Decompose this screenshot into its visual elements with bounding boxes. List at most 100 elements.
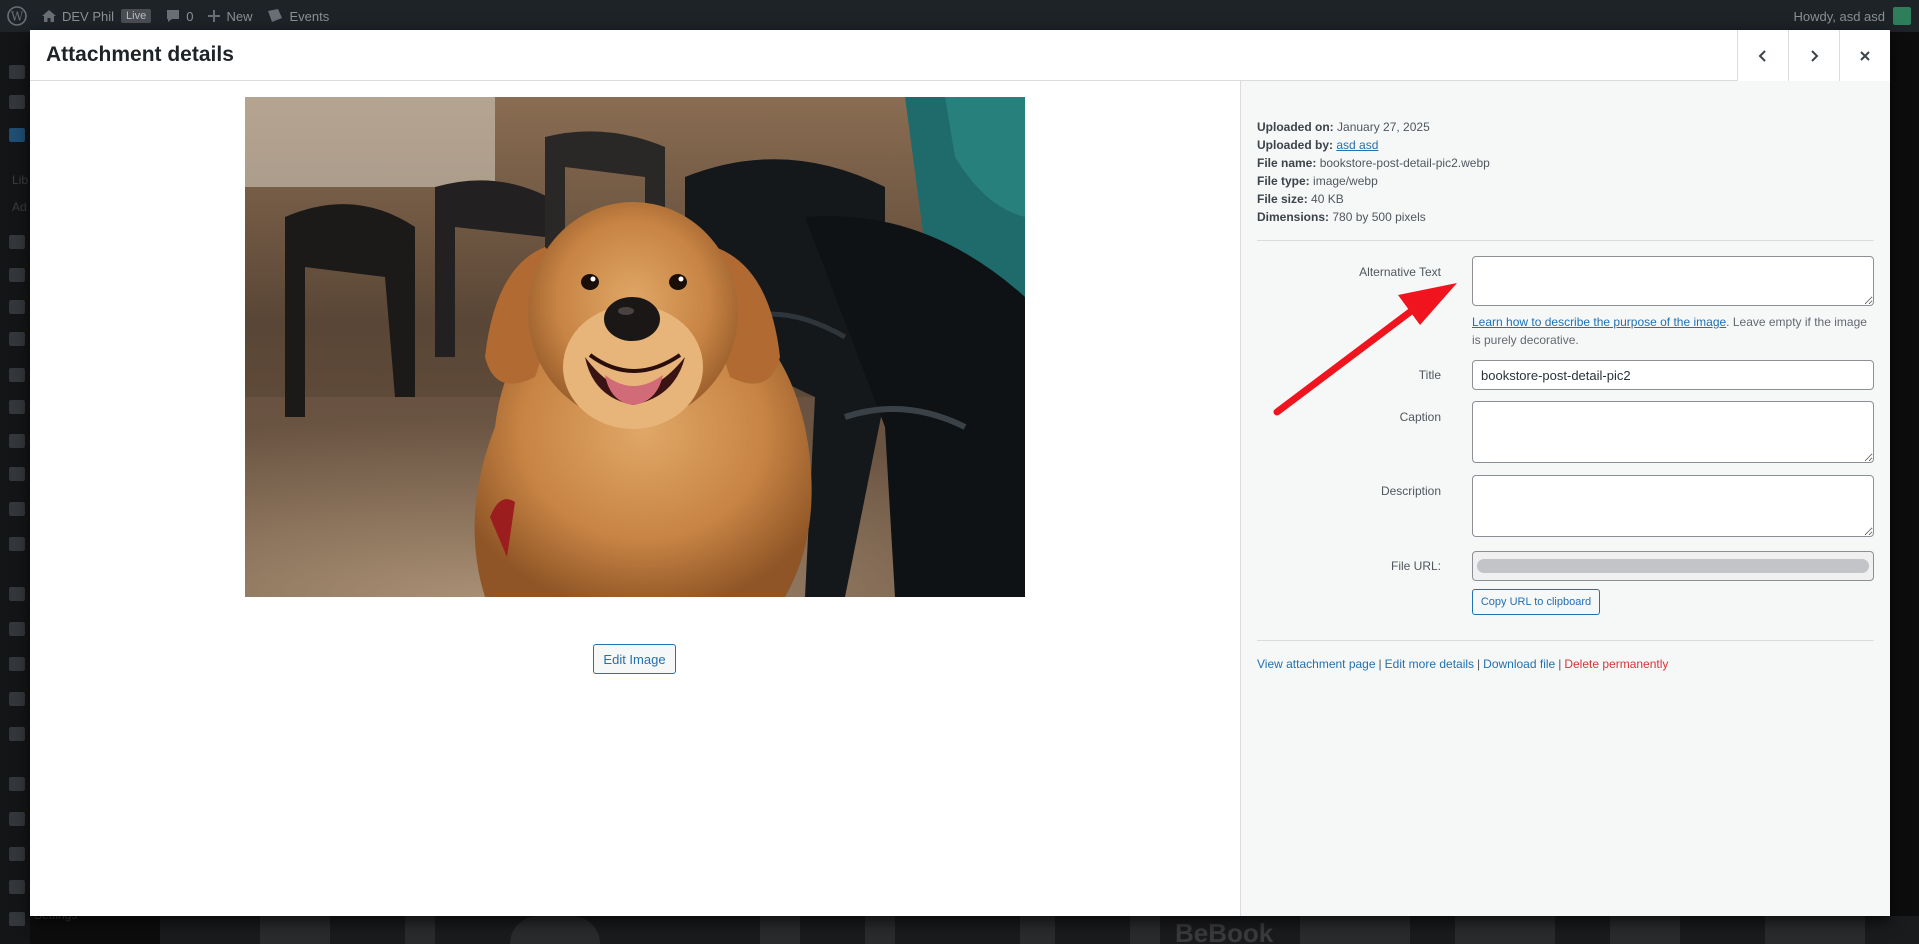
- admin-bar: W DEV Phil Live 0 New Events Howdy, asd …: [0, 0, 1919, 32]
- divider: [1257, 640, 1874, 641]
- edit-more-details-link[interactable]: Edit more details: [1385, 657, 1474, 671]
- chevron-right-icon: [1811, 49, 1819, 62]
- marketing-icon: [9, 727, 25, 741]
- events-link[interactable]: Events: [259, 0, 336, 32]
- link-icon: [9, 467, 25, 481]
- site-name-link[interactable]: DEV Phil Live: [34, 0, 158, 32]
- product-thumb: [405, 916, 435, 944]
- wordpress-logo-icon[interactable]: W: [0, 0, 34, 32]
- file-details: Uploaded on: January 27, 2025 Uploaded b…: [1257, 118, 1490, 226]
- product-thumb: [260, 916, 330, 944]
- admin-side-menu: Lib Ad Settings: [0, 32, 77, 944]
- file-size-row: File size: 40 KB: [1257, 192, 1344, 206]
- home-icon: [42, 10, 56, 22]
- appearance-icon: [9, 777, 25, 791]
- file-type-value: image/webp: [1313, 174, 1378, 188]
- media-preview-area: Edit Image: [30, 81, 1240, 916]
- analytics-icon: [9, 692, 25, 706]
- caption-label: Caption: [1399, 410, 1441, 424]
- divider: [1257, 240, 1874, 241]
- site-name: DEV Phil: [62, 8, 115, 24]
- comments-link[interactable]: 0: [158, 0, 200, 32]
- description-input[interactable]: [1472, 475, 1874, 537]
- comments-count: 0: [186, 8, 194, 24]
- title-input[interactable]: [1472, 360, 1874, 390]
- background-product-grid: BeBook: [160, 916, 1919, 944]
- pencil-icon: [9, 537, 25, 551]
- close-button[interactable]: [1839, 30, 1890, 81]
- file-url-label: File URL:: [1390, 559, 1441, 573]
- woocommerce-icon: [9, 587, 25, 601]
- uploaded-by-row: Uploaded by: asd asd: [1257, 138, 1379, 152]
- file-name-row: File name: bookstore-post-detail-pic2.we…: [1257, 156, 1490, 170]
- redacted-url: [1477, 559, 1869, 573]
- product-thumb: [510, 916, 600, 944]
- alt-text-help: Learn how to describe the purpose of the…: [1472, 315, 1867, 347]
- dog-photo-illustration: [245, 97, 1025, 597]
- file-size-value: 40 KB: [1311, 192, 1344, 206]
- description-label: Description: [1380, 484, 1441, 498]
- chevron-left-icon: [1758, 49, 1766, 62]
- menu-add: Ad: [12, 200, 27, 214]
- media-icon: [9, 128, 25, 142]
- tags-icon: [9, 368, 25, 382]
- my-account[interactable]: Howdy, asd asd: [1793, 7, 1919, 25]
- uploaded-by-link[interactable]: asd asd: [1336, 138, 1378, 152]
- product-thumb-text: BeBook: [1175, 918, 1274, 944]
- close-icon: [1860, 50, 1870, 61]
- avatar: [1893, 7, 1911, 25]
- comments-menu-icon: [9, 268, 25, 282]
- users-icon: [9, 847, 25, 861]
- view-attachment-link[interactable]: View attachment page: [1257, 657, 1376, 671]
- file-name-value: bookstore-post-detail-pic2.webp: [1319, 156, 1490, 170]
- payments-icon: [9, 657, 25, 671]
- new-content-link[interactable]: New: [200, 0, 259, 32]
- product-thumb: [1130, 916, 1160, 944]
- products-icon: [9, 622, 25, 636]
- tools-icon: [9, 880, 25, 894]
- modal-title: Attachment details: [46, 43, 234, 66]
- alt-text-help-link[interactable]: Learn how to describe the purpose of the…: [1472, 315, 1726, 329]
- download-file-link[interactable]: Download file: [1483, 657, 1555, 671]
- comment-icon: [167, 10, 180, 22]
- live-badge: Live: [121, 9, 152, 23]
- plugins-icon: [9, 812, 25, 826]
- previous-button[interactable]: [1737, 30, 1788, 81]
- alt-text-label: Alternative Text: [1359, 265, 1441, 279]
- caption-input[interactable]: [1472, 401, 1874, 463]
- dimensions-value: 780 by 500 pixels: [1332, 210, 1426, 224]
- new-label: New: [226, 8, 253, 24]
- product-thumb: [865, 916, 895, 944]
- edit-image-button[interactable]: Edit Image: [593, 644, 676, 674]
- settings-icon: [9, 912, 25, 926]
- users-menu-icon: [9, 332, 25, 346]
- uploaded-on-value: January 27, 2025: [1337, 120, 1430, 134]
- next-button[interactable]: [1788, 30, 1839, 81]
- attachment-image: [245, 97, 1025, 597]
- copy-url-button[interactable]: Copy URL to clipboard: [1472, 589, 1600, 615]
- product-thumb: [760, 916, 800, 944]
- product-thumb: [1455, 916, 1555, 944]
- uploaded-on-row: Uploaded on: January 27, 2025: [1257, 120, 1430, 134]
- product-thumb: [1610, 916, 1680, 944]
- pages-icon: [9, 235, 25, 249]
- events-icon: [268, 9, 283, 22]
- attachment-actions: View attachment page | Edit more details | D…: [1257, 657, 1669, 671]
- attachment-info-sidebar: Uploaded on: January 27, 2025 Uploaded b…: [1240, 81, 1890, 916]
- delete-permanently-link[interactable]: Delete permanently: [1564, 657, 1668, 671]
- folder-icon: [9, 400, 25, 414]
- file-type-row: File type: image/webp: [1257, 174, 1378, 188]
- modal-header: Attachment details: [30, 30, 1890, 81]
- attachment-details-modal: Attachment details Edit Image Uploaded o…: [30, 30, 1890, 916]
- dimensions-row: Dimensions: 780 by 500 pixels: [1257, 210, 1426, 224]
- product-thumb: [1020, 916, 1055, 944]
- quote-icon: [9, 502, 25, 516]
- svg-text:W: W: [11, 10, 24, 24]
- product-thumb: [1300, 916, 1410, 944]
- posts-icon: [9, 65, 25, 79]
- menu-library: Lib: [12, 173, 29, 187]
- file-url-input[interactable]: [1472, 551, 1874, 581]
- mail-icon: [9, 434, 25, 448]
- alt-text-input[interactable]: [1472, 256, 1874, 306]
- greeting: Howdy, asd asd: [1793, 8, 1885, 24]
